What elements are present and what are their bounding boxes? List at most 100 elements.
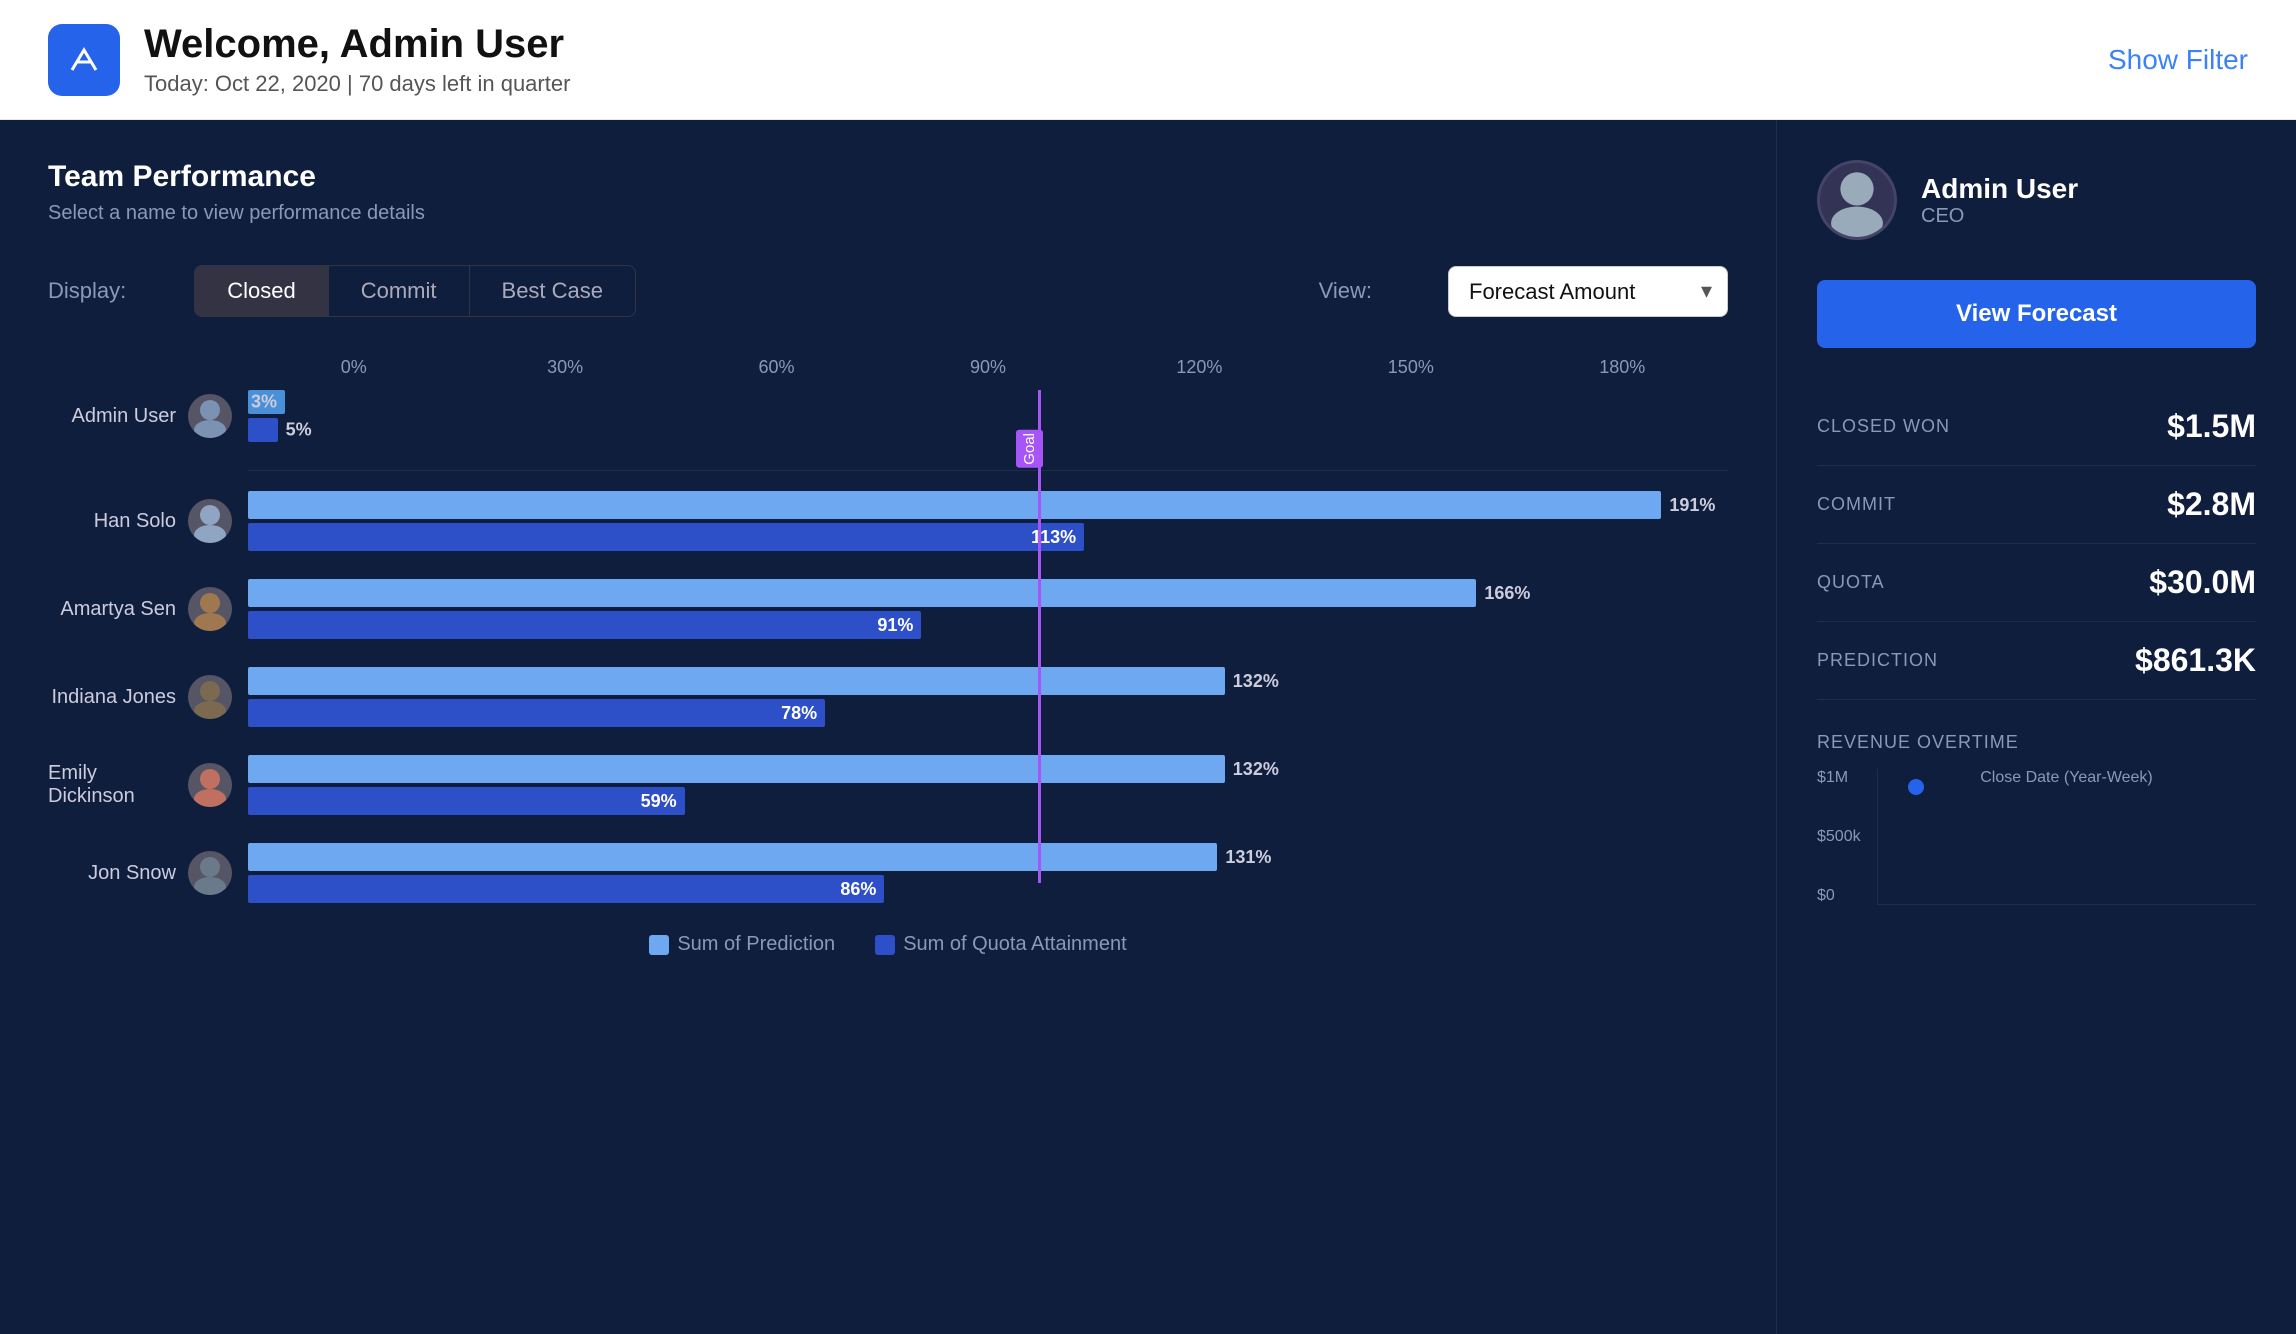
stat-value-closed-won: $1.5M: [2167, 408, 2256, 445]
revenue-y-label-500k: $500k: [1817, 828, 1861, 846]
bars-emily: 132% 59%: [248, 755, 1728, 815]
x-label-3: 90%: [882, 357, 1093, 378]
stat-label-closed-won: CLOSED WON: [1817, 416, 1950, 437]
bar-indiana-light: [248, 667, 1225, 695]
stat-value-commit: $2.8M: [2167, 486, 2256, 523]
revenue-section: REVENUE OVERTIME $1M $500k $0 Close Date…: [1817, 732, 2256, 929]
row-label-jon: Jon Snow: [48, 851, 248, 895]
bar-label-jon-light: 131%: [1225, 847, 1271, 868]
stat-value-prediction: $861.3K: [2135, 642, 2256, 679]
revenue-plot: [1877, 769, 2256, 905]
stat-row-commit: COMMIT $2.8M: [1817, 466, 2256, 544]
bars-admin: 3% 5%: [248, 390, 1728, 442]
chart-area: 0% 30% 60% 90% 120% 150% 180% Admin User: [48, 357, 1728, 903]
left-panel: Team Performance Select a name to view p…: [0, 120, 1776, 1334]
bar-jon-dark: 86%: [248, 875, 884, 903]
legend-dot-quota: [875, 935, 895, 955]
table-row[interactable]: Han Solo 191% 113%: [48, 491, 1728, 551]
section-title: Team Performance: [48, 160, 1728, 194]
x-label-4: 120%: [1094, 357, 1305, 378]
stat-label-quota: QUOTA: [1817, 572, 1885, 593]
bar-jon-light: [248, 843, 1217, 871]
legend-item-quota: Sum of Quota Attainment: [875, 933, 1126, 956]
revenue-y-labels: $1M $500k $0: [1817, 769, 1861, 905]
tab-best-case[interactable]: Best Case: [470, 266, 636, 316]
bar-han-dark: 113%: [248, 523, 1084, 551]
display-label: Display:: [48, 278, 126, 304]
row-name-admin: Admin User: [72, 405, 176, 428]
revenue-dot: [1908, 779, 1924, 795]
bar-emily-light: [248, 755, 1225, 783]
right-panel: Admin User CEO View Forecast CLOSED WON …: [1776, 120, 2296, 1334]
row-label-indiana: Indiana Jones: [48, 675, 248, 719]
bar-amartya-dark: 91%: [248, 611, 921, 639]
legend-dot-prediction: [649, 935, 669, 955]
x-axis: 0% 30% 60% 90% 120% 150% 180%: [248, 357, 1728, 378]
app-icon: [48, 24, 120, 96]
bar-label-jon-dark: 86%: [840, 879, 876, 900]
x-label-6: 180%: [1517, 357, 1728, 378]
bars-jon: 131% 86%: [248, 843, 1728, 903]
x-label-5: 150%: [1305, 357, 1516, 378]
bar-emily-dark: 59%: [248, 787, 685, 815]
bar-label-amartya-dark: 91%: [877, 615, 913, 636]
table-row[interactable]: Admin User 3%: [48, 390, 1728, 442]
row-separator-1: [248, 470, 1728, 471]
main-content: Team Performance Select a name to view p…: [0, 120, 2296, 1334]
row-label-emily: Emily Dickinson: [48, 762, 248, 808]
chart-legend: Sum of Prediction Sum of Quota Attainmen…: [48, 933, 1728, 956]
stat-label-commit: COMMIT: [1817, 494, 1896, 515]
user-name: Admin User: [1921, 173, 2078, 205]
row-name-han: Han Solo: [94, 510, 176, 533]
stat-label-prediction: PREDICTION: [1817, 650, 1938, 671]
bars-amartya: 166% 91%: [248, 579, 1728, 639]
row-label-han: Han Solo: [48, 499, 248, 543]
legend-label-quota: Sum of Quota Attainment: [903, 933, 1126, 956]
header-left: Welcome, Admin User Today: Oct 22, 2020 …: [48, 22, 570, 97]
header-subtitle: Today: Oct 22, 2020 | 70 days left in qu…: [144, 71, 570, 97]
chart-rows-container: Admin User 3%: [48, 390, 1728, 903]
row-label-admin: Admin User: [48, 394, 248, 438]
table-row[interactable]: Jon Snow 131% 86%: [48, 843, 1728, 903]
legend-label-prediction: Sum of Prediction: [677, 933, 835, 956]
section-subtitle: Select a name to view performance detail…: [48, 202, 1728, 225]
bars-han: 191% 113%: [248, 491, 1728, 551]
user-avatar: [1817, 160, 1897, 240]
view-label: View:: [1319, 278, 1372, 304]
bar-label-indiana-dark: 78%: [781, 703, 817, 724]
x-label-1: 30%: [459, 357, 670, 378]
tab-commit[interactable]: Commit: [329, 266, 470, 316]
revenue-chart: $1M $500k $0 Close Date (Year-Week): [1817, 769, 2256, 929]
stat-value-quota: $30.0M: [2149, 564, 2256, 601]
revenue-y-label-0: $0: [1817, 887, 1861, 905]
avatar-han: [188, 499, 232, 543]
bar-admin-dark: [248, 418, 278, 442]
legend-item-prediction: Sum of Prediction: [649, 933, 835, 956]
bar-amartya-light: [248, 579, 1476, 607]
tab-closed[interactable]: Closed: [195, 266, 328, 316]
header: Welcome, Admin User Today: Oct 22, 2020 …: [0, 0, 2296, 120]
header-text: Welcome, Admin User Today: Oct 22, 2020 …: [144, 22, 570, 97]
goal-line: Goal: [1038, 390, 1041, 883]
view-select[interactable]: Forecast Amount Quota Attainment: [1448, 266, 1728, 317]
bar-han-light: [248, 491, 1661, 519]
row-name-emily: Emily Dickinson: [48, 762, 176, 808]
goal-badge: Goal: [1016, 430, 1043, 468]
stat-row-quota: QUOTA $30.0M: [1817, 544, 2256, 622]
table-row[interactable]: Emily Dickinson 132% 59%: [48, 755, 1728, 815]
show-filter-button[interactable]: Show Filter: [2108, 44, 2248, 76]
bar-indiana-dark: 78%: [248, 699, 825, 727]
view-select-wrapper[interactable]: Forecast Amount Quota Attainment: [1448, 266, 1728, 317]
bar-label-amartya-light: 166%: [1484, 583, 1530, 604]
bar-label-admin-dark: 5%: [286, 420, 312, 441]
table-row[interactable]: Indiana Jones 132% 78%: [48, 667, 1728, 727]
bar-label-indiana-light: 132%: [1233, 671, 1279, 692]
chart-controls: Display: Closed Commit Best Case View: F…: [48, 265, 1728, 317]
stat-row-closed-won: CLOSED WON $1.5M: [1817, 388, 2256, 466]
row-label-amartya: Amartya Sen: [48, 587, 248, 631]
x-label-0: 0%: [248, 357, 459, 378]
view-forecast-button[interactable]: View Forecast: [1817, 280, 2256, 348]
table-row[interactable]: Amartya Sen 166% 91%: [48, 579, 1728, 639]
user-info: Admin User CEO: [1921, 173, 2078, 228]
bar-label-admin-light: 3%: [251, 392, 277, 413]
